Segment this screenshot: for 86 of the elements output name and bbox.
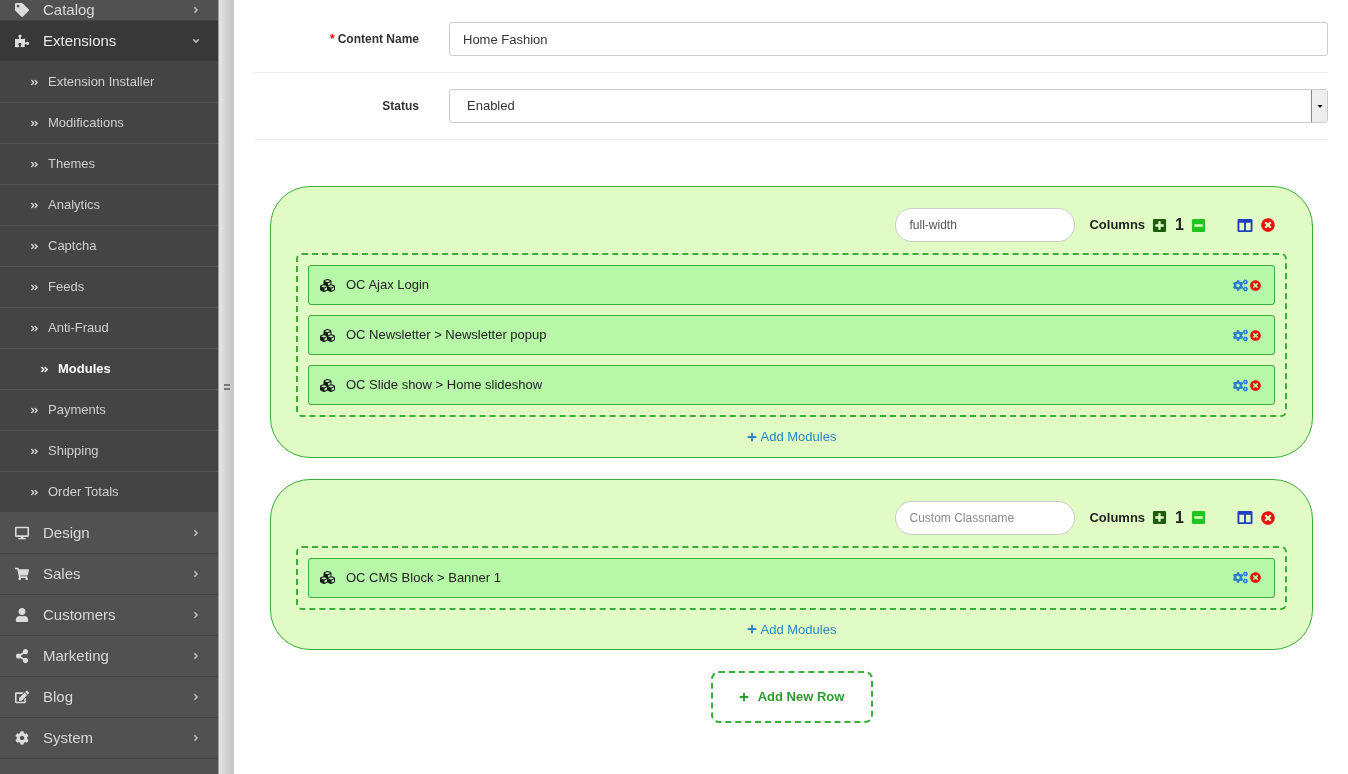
module-settings-button[interactable] — [1233, 328, 1248, 342]
cubes-icon — [320, 377, 335, 393]
module-name: OC Slide show > Home slideshow — [346, 376, 544, 395]
chevron-icon — [191, 692, 201, 702]
add-column-button[interactable] — [1152, 217, 1168, 233]
sidebar-subitem[interactable]: Modifications — [0, 103, 218, 144]
sidebar-subitem[interactable]: Captcha — [0, 226, 218, 267]
module-settings-button[interactable] — [1233, 378, 1248, 392]
classname-field[interactable]: Custom Classname — [895, 500, 1076, 535]
double-chevron-icon — [30, 487, 39, 497]
module-delete-button[interactable] — [1250, 329, 1261, 341]
columns-layout-button[interactable] — [1237, 510, 1253, 525]
status-select[interactable]: Enabled — [449, 89, 1328, 123]
remove-column-button[interactable] — [1191, 510, 1206, 525]
cubes-icon — [320, 570, 335, 585]
columns-label: Columns — [1089, 508, 1146, 527]
module-delete-button[interactable] — [1250, 279, 1261, 291]
chevron-icon — [191, 569, 201, 579]
module-item[interactable]: OC Newsletter > Newsletter popup — [308, 315, 1275, 355]
module-item[interactable]: OC CMS Block > Banner 1 — [308, 557, 1275, 598]
sidebar-subitem[interactable]: Order Totals — [0, 472, 218, 513]
gear-icon — [15, 731, 29, 745]
chevron-icon — [191, 651, 201, 661]
module-name: OC CMS Block > Banner 1 — [346, 568, 502, 587]
sidebar-subitem[interactable]: Modules — [0, 349, 218, 390]
sidebar-subitem[interactable]: Themes — [0, 144, 218, 185]
chevron-icon — [191, 733, 201, 743]
add-new-row-button[interactable]: Add New Row — [710, 671, 873, 723]
monitor-icon — [15, 526, 29, 540]
plus-icon — [738, 692, 749, 702]
module-settings-button[interactable] — [1233, 278, 1248, 292]
sidebar-subitem[interactable]: Shipping — [0, 431, 218, 472]
double-chevron-icon — [30, 405, 39, 415]
delete-row-button[interactable] — [1261, 218, 1275, 232]
tag-icon — [15, 3, 29, 17]
double-chevron-icon — [30, 446, 39, 456]
double-chevron-icon — [40, 364, 49, 374]
cubes-icon — [320, 327, 335, 343]
chevron-icon — [191, 5, 201, 15]
puzzle-piece-icon — [15, 34, 29, 48]
plus-icon — [746, 624, 757, 635]
delete-row-button[interactable] — [1261, 510, 1275, 525]
plus-icon — [746, 431, 757, 442]
module-item[interactable]: OC Ajax Login — [308, 265, 1275, 305]
double-chevron-icon — [30, 282, 39, 292]
double-chevron-icon — [30, 159, 39, 169]
field-label: Status — [381, 98, 419, 115]
module-name: OC Newsletter > Newsletter popup — [346, 326, 548, 345]
field-label: * Content Name — [329, 31, 419, 48]
add-modules-link[interactable]: Add Modules — [746, 619, 837, 639]
double-chevron-icon — [30, 241, 39, 251]
chevron-icon — [191, 528, 201, 538]
double-chevron-icon — [30, 77, 39, 87]
add-column-button[interactable] — [1152, 510, 1168, 525]
double-chevron-icon — [30, 323, 39, 333]
chevron-icon — [191, 36, 201, 46]
sidebar-subitem[interactable]: Extension Installer — [0, 62, 218, 103]
double-chevron-icon — [30, 200, 39, 210]
module-name: OC Ajax Login — [346, 276, 431, 295]
module-delete-button[interactable] — [1250, 572, 1261, 583]
module-item[interactable]: OC Slide show > Home slideshow — [308, 365, 1275, 405]
cubes-icon — [320, 277, 335, 293]
sidebar-item[interactable]: Catalog — [0, 0, 218, 21]
edit-icon — [15, 690, 29, 704]
classname-field[interactable]: full-width — [895, 208, 1076, 242]
sidebar-subitem[interactable]: Payments — [0, 390, 218, 431]
content-name-field[interactable]: Home Fashion — [449, 22, 1328, 56]
remove-column-button[interactable] — [1191, 217, 1206, 233]
module-delete-button[interactable] — [1250, 379, 1261, 391]
cart-icon — [15, 567, 29, 581]
sidebar-subitem[interactable]: Analytics — [0, 185, 218, 226]
sidebar-item[interactable]: Extensions — [0, 21, 218, 62]
column-count: 1 — [1175, 215, 1184, 235]
columns-layout-button[interactable] — [1237, 217, 1253, 233]
add-modules-link[interactable]: Add Modules — [746, 427, 837, 447]
module-settings-button[interactable] — [1233, 571, 1248, 584]
columns-label: Columns — [1089, 216, 1146, 235]
double-chevron-icon — [30, 118, 39, 128]
splitter-bar[interactable] — [218, 0, 234, 774]
chevron-icon — [191, 610, 201, 620]
share-icon — [15, 649, 29, 663]
caret-icon — [1315, 102, 1324, 110]
sidebar-subitem[interactable]: Feeds — [0, 267, 218, 308]
user-icon — [15, 608, 29, 622]
sidebar-subitem[interactable]: Anti-Fraud — [0, 308, 218, 349]
column-count: 1 — [1175, 507, 1184, 528]
